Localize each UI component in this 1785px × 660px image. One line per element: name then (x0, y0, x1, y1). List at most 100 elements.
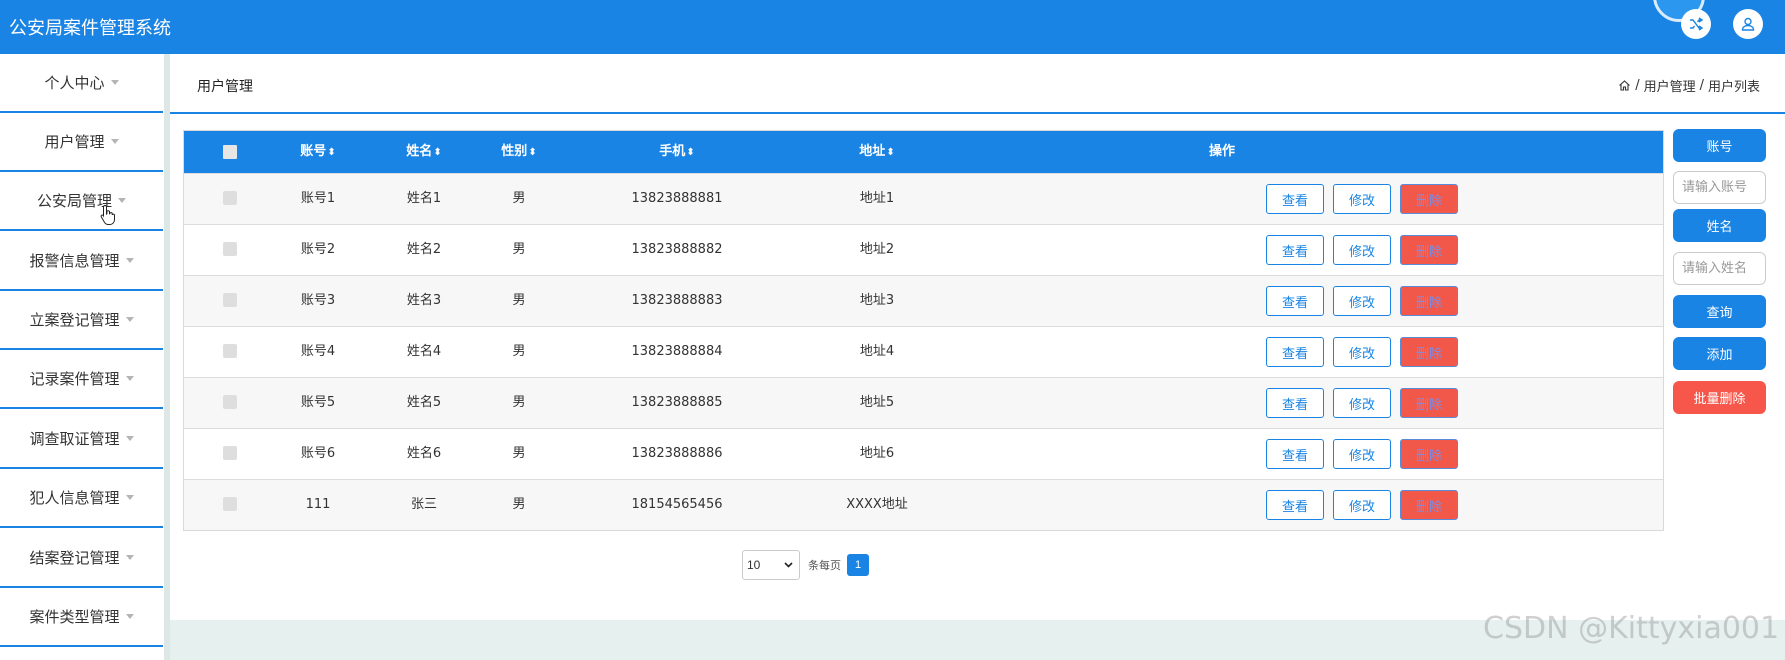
caret-down-icon (125, 258, 134, 263)
select-all-checkbox[interactable] (223, 145, 237, 159)
delete-button[interactable]: 删除 (1400, 337, 1458, 367)
table-row: 账号1 姓名1 男 13823888881 地址1 查看 修改 删除 (184, 173, 1663, 224)
cell-phone: 13823888886 (631, 446, 723, 461)
caret-down-icon (125, 317, 134, 322)
table-row: 账号4 姓名4 男 13823888884 地址4 查看 修改 删除 (184, 326, 1663, 377)
view-button[interactable]: 查看 (1266, 388, 1324, 418)
row-checkbox[interactable] (223, 395, 237, 409)
cell-address: 地址1 (859, 191, 895, 206)
sidebar-item-alarm-info-management[interactable]: 报警信息管理 (0, 232, 163, 291)
cell-name: 姓名3 (406, 293, 442, 308)
app-title: 公安局案件管理系统 (9, 18, 171, 39)
caret-down-icon (125, 614, 134, 619)
page-number-button[interactable]: 1 (847, 554, 869, 576)
sidebar-item-personal-center[interactable]: 个人中心 (0, 54, 163, 113)
cell-account: 账号6 (300, 446, 336, 461)
edit-button[interactable]: 修改 (1333, 286, 1391, 316)
view-button[interactable]: 查看 (1266, 337, 1324, 367)
add-button[interactable]: 添加 (1673, 337, 1766, 370)
batch-delete-button[interactable]: 批量删除 (1673, 381, 1766, 414)
delete-button[interactable]: 删除 (1400, 184, 1458, 214)
sidebar-item-case-type-management[interactable]: 案件类型管理 (0, 588, 163, 647)
edit-button[interactable]: 修改 (1333, 184, 1391, 214)
cell-gender: 男 (512, 191, 526, 206)
sidebar-item-label: 立案登记管理 (29, 311, 120, 329)
sidebar-item-label: 报警信息管理 (29, 252, 120, 270)
edit-button[interactable]: 修改 (1333, 235, 1391, 265)
sidebar-item-label: 调查取证管理 (29, 430, 120, 448)
caret-down-icon (110, 139, 119, 144)
column-header-account[interactable]: 账号⬍ (300, 131, 335, 173)
main-content-panel: 用户管理 / 用户管理 / 用户列表 账号⬍ 姓名⬍ 性别⬍ 手机⬍ 地址⬍ 操… (170, 54, 1785, 620)
user-table: 账号⬍ 姓名⬍ 性别⬍ 手机⬍ 地址⬍ 操作 账号1 姓名1 男 1382388888… (183, 130, 1664, 531)
user-icon (1741, 17, 1755, 31)
sidebar-item-police-bureau-management[interactable]: 公安局管理 (0, 172, 163, 231)
row-checkbox[interactable] (223, 191, 237, 205)
row-checkbox[interactable] (223, 242, 237, 256)
cell-address: 地址3 (859, 293, 895, 308)
edit-button[interactable]: 修改 (1333, 490, 1391, 520)
page-header: 用户管理 / 用户管理 / 用户列表 (170, 54, 1785, 114)
view-button[interactable]: 查看 (1266, 235, 1324, 265)
sort-icon: ⬍ (528, 147, 537, 158)
sidebar-item-label: 记录案件管理 (29, 370, 120, 388)
page-title: 用户管理 (197, 79, 253, 95)
breadcrumb-sep: / (1699, 78, 1704, 93)
cell-phone: 13823888882 (631, 242, 723, 257)
name-search-input[interactable] (1673, 252, 1766, 285)
column-header-name[interactable]: 姓名⬍ (406, 131, 441, 173)
delete-button[interactable]: 删除 (1400, 388, 1458, 418)
query-button[interactable]: 查询 (1673, 295, 1766, 328)
row-checkbox[interactable] (223, 497, 237, 511)
delete-button[interactable]: 删除 (1400, 286, 1458, 316)
caret-down-icon (110, 80, 119, 85)
delete-button[interactable]: 删除 (1400, 490, 1458, 520)
column-header-gender[interactable]: 性别⬍ (501, 131, 536, 173)
cell-gender: 男 (512, 344, 526, 359)
sidebar-item-label: 犯人信息管理 (29, 489, 120, 507)
watermark-text: CSDN @Kittyxia001 (1483, 611, 1780, 646)
view-button[interactable]: 查看 (1266, 184, 1324, 214)
sort-icon: ⬍ (686, 147, 695, 158)
cell-name: 姓名1 (406, 191, 442, 206)
row-checkbox[interactable] (223, 293, 237, 307)
cell-address: 地址4 (859, 344, 895, 359)
sidebar-item-case-closing-management[interactable]: 结案登记管理 (0, 529, 163, 588)
sidebar-item-label: 结案登记管理 (29, 549, 120, 567)
sidebar-item-case-filing-management[interactable]: 立案登记管理 (0, 291, 163, 350)
column-header-phone[interactable]: 手机⬍ (659, 131, 694, 173)
breadcrumb-item-users[interactable]: 用户管理 (1644, 76, 1696, 95)
name-label: 姓名 (1673, 209, 1766, 242)
home-icon[interactable] (1618, 79, 1631, 92)
row-checkbox[interactable] (223, 446, 237, 460)
view-button[interactable]: 查看 (1266, 439, 1324, 469)
user-profile-button[interactable] (1733, 9, 1763, 39)
sidebar-item-investigation-management[interactable]: 调查取证管理 (0, 410, 163, 469)
cell-gender: 男 (512, 242, 526, 257)
sidebar-item-label: 个人中心 (44, 74, 105, 92)
table-row: 账号5 姓名5 男 13823888885 地址5 查看 修改 删除 (184, 377, 1663, 428)
edit-button[interactable]: 修改 (1333, 439, 1391, 469)
edit-button[interactable]: 修改 (1333, 388, 1391, 418)
caret-down-icon (118, 198, 126, 203)
cell-name: 张三 (410, 497, 438, 512)
shuffle-button[interactable] (1681, 9, 1711, 39)
page-size-select[interactable]: 10 (742, 550, 800, 580)
view-button[interactable]: 查看 (1266, 490, 1324, 520)
breadcrumb: / 用户管理 / 用户列表 (1618, 76, 1760, 95)
per-page-label: 条每页 (808, 559, 841, 572)
cell-address: XXXX地址 (846, 497, 908, 512)
sidebar-item-criminal-info-management[interactable]: 犯人信息管理 (0, 469, 163, 528)
delete-button[interactable]: 删除 (1400, 235, 1458, 265)
column-header-address[interactable]: 地址⬍ (859, 131, 894, 173)
delete-button[interactable]: 删除 (1400, 439, 1458, 469)
sidebar-item-label: 用户管理 (44, 133, 105, 151)
table-row: 账号6 姓名6 男 13823888886 地址6 查看 修改 删除 (184, 428, 1663, 479)
view-button[interactable]: 查看 (1266, 286, 1324, 316)
sidebar-item-case-record-management[interactable]: 记录案件管理 (0, 350, 163, 409)
account-search-input[interactable] (1673, 171, 1766, 204)
edit-button[interactable]: 修改 (1333, 337, 1391, 367)
sidebar-item-label: 案件类型管理 (29, 608, 120, 626)
row-checkbox[interactable] (223, 344, 237, 358)
sidebar-item-user-management[interactable]: 用户管理 (0, 113, 163, 172)
